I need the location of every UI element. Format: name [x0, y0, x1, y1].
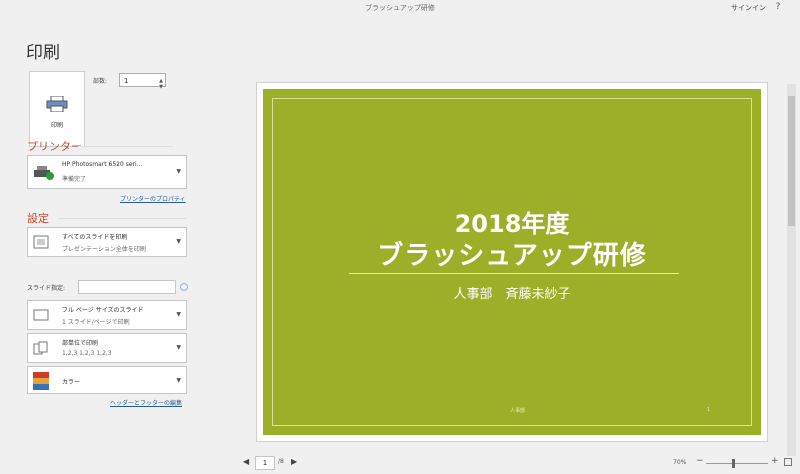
window-title: ブラッシュアップ研修 [365, 4, 435, 12]
printer-heading: プリンター [27, 140, 82, 153]
print-button[interactable]: 印刷 [29, 71, 85, 147]
page-title: 印刷 [26, 43, 60, 63]
chevron-down-icon: ▼ [176, 168, 181, 175]
print-range-desc: プレゼンテーション全体を印刷 [62, 246, 146, 253]
chevron-down-icon: ▼ [176, 344, 181, 351]
zoom-slider[interactable] [706, 463, 768, 464]
previous-page-icon[interactable]: ◀ [243, 457, 249, 466]
slides-input[interactable] [78, 280, 176, 294]
print-range-dropdown[interactable]: すべてのスライドを印刷 プレゼンテーション全体を印刷 ▼ [27, 227, 187, 257]
preview-scrollbar[interactable] [787, 84, 796, 456]
print-range-title: すべてのスライドを印刷 [62, 234, 128, 241]
layout-dropdown[interactable]: フル ページ サイズのスライド 1 スライド/ページで印刷 ▼ [27, 300, 187, 330]
full-page-slide-icon [33, 309, 49, 321]
chevron-down-icon: ▼ [176, 238, 181, 245]
color-dropdown[interactable]: カラー ▼ [27, 366, 187, 394]
color-swatch-icon [33, 372, 49, 390]
printer-dropdown[interactable]: HP Photosmart 6520 seri... 準備完了 ▼ [27, 155, 187, 189]
preview-page: 2018年度 ブラッシュアップ研修 人事部 斉藤未紗子 人事部 1 [256, 82, 768, 442]
slide-title-line2: ブラッシュアップ研修 [377, 241, 647, 271]
fit-to-window-icon[interactable] [784, 458, 792, 466]
copies-label: 部数: [93, 78, 108, 85]
layout-title: フル ページ サイズのスライド [62, 307, 144, 314]
settings-heading: 設定 [27, 212, 49, 225]
signin-link[interactable]: サインイン [731, 3, 766, 13]
header-footer-link[interactable]: ヘッダーとフッターの編集 [110, 398, 182, 407]
printer-status: 準備完了 [62, 176, 87, 183]
chevron-down-icon: ▼ [176, 377, 181, 384]
zoom-out-icon[interactable]: − [696, 456, 704, 466]
layout-desc: 1 スライド/ページで印刷 [62, 319, 130, 326]
collate-title: 部単位で印刷 [62, 340, 99, 347]
spin-down-icon[interactable]: ▼ [159, 80, 163, 94]
slide-title-underline [349, 273, 679, 274]
chevron-down-icon: ▼ [176, 311, 181, 318]
color-title: カラー [62, 379, 81, 386]
printer-icon [46, 96, 68, 112]
slide-preview: 2018年度 ブラッシュアップ研修 人事部 斉藤未紗子 人事部 1 [263, 89, 761, 435]
zoom-slider-thumb[interactable] [732, 459, 735, 468]
slide-title-line1: 2018年度 [454, 210, 570, 238]
preview-navigation: ◀ 1 /8 ▶ 70% − + [218, 452, 800, 474]
settings-divider [58, 218, 186, 219]
slide-footer: 人事部 [510, 408, 526, 414]
printer-name: HP Photosmart 6520 seri... [62, 161, 143, 168]
page-total: /8 [278, 458, 284, 465]
slides-label: スライド指定: [27, 285, 66, 292]
collate-dropdown[interactable]: 部単位で印刷 1,2,3 1,2,3 1,2,3 ▼ [27, 333, 187, 363]
help-button[interactable]: ? [772, 1, 784, 13]
printer-status-icon [34, 166, 54, 180]
print-preview: 2018年度 ブラッシュアップ研修 人事部 斉藤未紗子 人事部 1 [218, 62, 800, 452]
title-bar: ブラッシュアップ研修 サインイン ? [0, 0, 800, 18]
printer-divider [78, 146, 173, 147]
slide-subtitle: 人事部 斉藤未紗子 [453, 287, 571, 302]
copies-value: 1 [124, 77, 129, 85]
slide-page-number: 1 [707, 407, 711, 413]
collate-icon [33, 341, 48, 355]
print-button-label: 印刷 [50, 122, 63, 129]
slides-icon [33, 235, 49, 249]
zoom-in-icon[interactable]: + [771, 456, 779, 466]
page-number-input[interactable]: 1 [255, 456, 275, 470]
collate-desc: 1,2,3 1,2,3 1,2,3 [62, 350, 112, 357]
copies-input[interactable]: 1 ▲ ▼ [119, 73, 166, 90]
info-icon[interactable] [180, 283, 188, 291]
scrollbar-thumb[interactable] [788, 96, 795, 226]
print-settings-panel: 印刷 印刷 部数: 1 ▲ ▼ プリンター HP Photosmart 6520… [0, 18, 210, 474]
zoom-level: 70% [673, 459, 687, 466]
printer-properties-link[interactable]: プリンターのプロパティ [120, 194, 186, 203]
next-page-icon[interactable]: ▶ [291, 457, 297, 466]
